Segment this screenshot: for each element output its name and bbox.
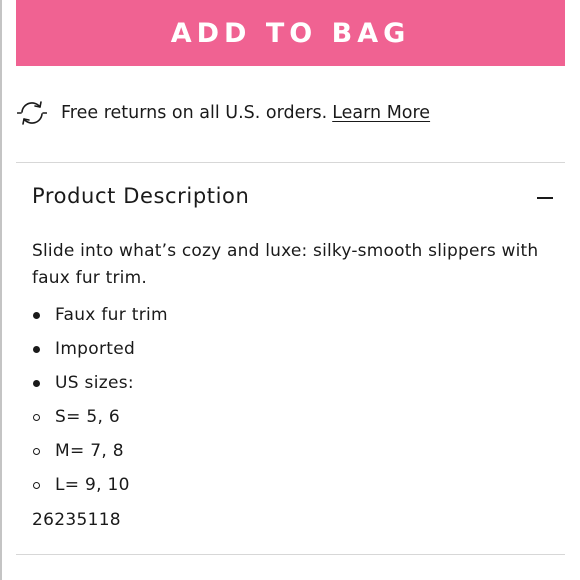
hollow-bullet-icon xyxy=(33,414,40,421)
list-item-text: Imported xyxy=(55,339,136,359)
hollow-bullet-icon xyxy=(33,448,40,455)
product-description-text: Slide into what’s cozy and luxe: silky-s… xyxy=(32,241,539,288)
refresh-arrows-icon xyxy=(17,98,47,128)
product-description-toggle[interactable]: Product Description xyxy=(16,164,565,228)
hollow-bullet-icon xyxy=(33,482,40,489)
product-description-title: Product Description xyxy=(32,184,250,208)
list-item: US sizes: xyxy=(32,366,552,400)
list-item-text: L= 9, 10 xyxy=(55,475,130,495)
bullet-icon xyxy=(33,346,40,353)
minus-icon xyxy=(537,197,553,199)
product-description-body: Slide into what’s cozy and luxe: silky-s… xyxy=(32,238,552,530)
list-item-text: US sizes: xyxy=(55,373,134,393)
section-divider xyxy=(16,162,565,163)
left-edge-divider xyxy=(0,0,2,580)
list-item-text: M= 7, 8 xyxy=(55,441,124,461)
free-returns-text: Free returns on all U.S. orders. xyxy=(61,103,328,123)
section-divider xyxy=(16,554,565,555)
bullet-icon xyxy=(33,312,40,319)
list-item: S= 5, 6 xyxy=(32,400,552,434)
list-item-text: S= 5, 6 xyxy=(55,407,120,427)
add-to-bag-button[interactable]: ADD TO BAG xyxy=(16,0,565,66)
product-feature-list: Faux fur trim Imported US sizes: S= 5, 6… xyxy=(32,298,552,502)
list-item: Faux fur trim xyxy=(32,298,552,332)
list-item: Imported xyxy=(32,332,552,366)
list-item: L= 9, 10 xyxy=(32,468,552,502)
list-item-text: Faux fur trim xyxy=(55,305,168,325)
bullet-icon xyxy=(33,380,40,387)
add-to-bag-label: ADD TO BAG xyxy=(170,17,411,49)
product-page: ADD TO BAG Free returns on all U.S. orde… xyxy=(0,0,580,580)
free-returns-notice: Free returns on all U.S. orders. Learn M… xyxy=(17,98,430,128)
list-item: M= 7, 8 xyxy=(32,434,552,468)
learn-more-link[interactable]: Learn More xyxy=(332,103,430,123)
product-sku: 26235118 xyxy=(32,510,121,530)
